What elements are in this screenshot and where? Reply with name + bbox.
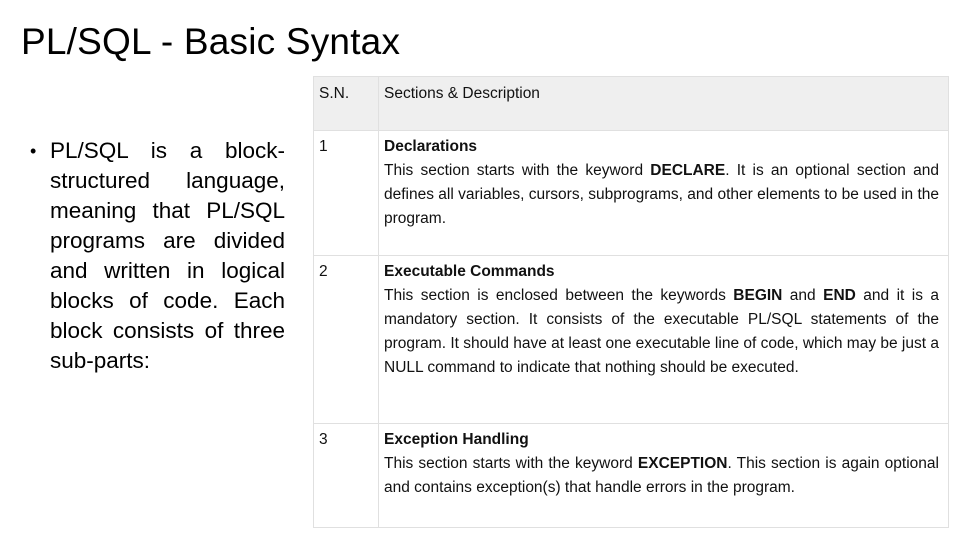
bullet-list: • PL/SQL is a block-structured language,… bbox=[30, 136, 285, 376]
desc-text: This section starts with the keyword bbox=[384, 162, 651, 179]
sections-table: S.N. Sections & Description 1 Declaratio… bbox=[313, 76, 949, 528]
section-title: Exception Handling bbox=[384, 431, 529, 448]
desc-text: This section starts with the keyword bbox=[384, 455, 638, 472]
row-sn: 2 bbox=[313, 255, 379, 424]
desc-text: This section is enclosed between the key… bbox=[384, 287, 734, 304]
bullet-dot-icon: • bbox=[30, 141, 37, 161]
row-sn: 1 bbox=[313, 130, 379, 256]
bullet-text: PL/SQL is a block-structured language, m… bbox=[50, 138, 285, 373]
table-header-row: S.N. Sections & Description bbox=[313, 76, 949, 131]
table-row: 3 Exception Handling This section starts… bbox=[313, 423, 949, 528]
keyword: BEGIN bbox=[733, 287, 783, 304]
slide-title: PL/SQL - Basic Syntax bbox=[21, 21, 401, 62]
header-description: Sections & Description bbox=[378, 76, 949, 131]
keyword: DECLARE bbox=[650, 162, 726, 179]
section-title: Declarations bbox=[384, 138, 478, 155]
keyword: END bbox=[823, 287, 856, 304]
row-description: Exception Handling This section starts w… bbox=[378, 423, 949, 528]
row-sn: 3 bbox=[313, 423, 379, 528]
desc-text: and bbox=[782, 287, 824, 304]
section-title: Executable Commands bbox=[384, 263, 555, 280]
header-sn: S.N. bbox=[313, 76, 379, 131]
keyword: EXCEPTION bbox=[637, 455, 728, 472]
table-row: 2 Executable Commands This section is en… bbox=[313, 255, 949, 424]
row-description: Executable Commands This section is encl… bbox=[378, 255, 949, 424]
row-description: Declarations This section starts with th… bbox=[378, 130, 949, 256]
table-row: 1 Declarations This section starts with … bbox=[313, 130, 949, 256]
bullet-item: • PL/SQL is a block-structured language,… bbox=[30, 136, 285, 376]
